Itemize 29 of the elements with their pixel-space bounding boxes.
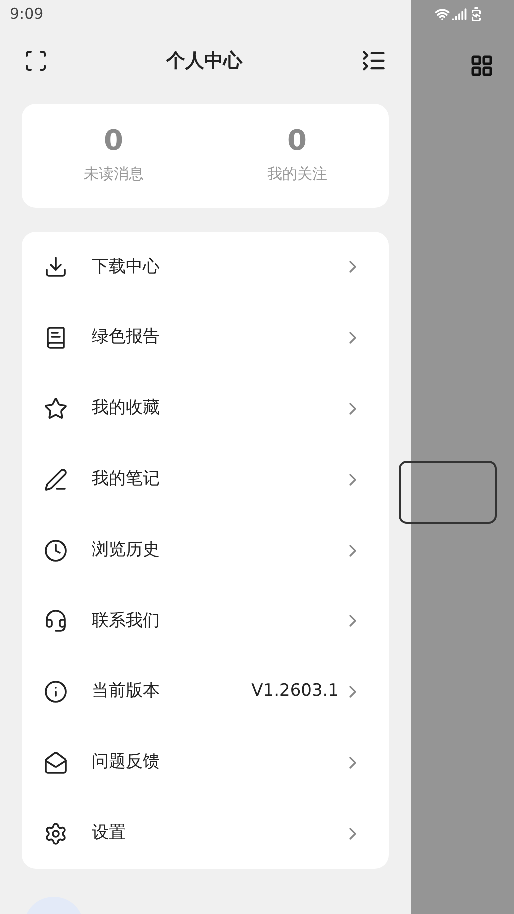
menu-item[interactable]: 浏览历史 [22, 515, 389, 586]
menu-item[interactable]: 我的笔记 [22, 444, 389, 516]
book-icon [44, 326, 68, 350]
scan-icon [24, 49, 48, 73]
menu-item[interactable]: 问题反馈 [22, 728, 389, 798]
version-text: V1.2603.1 [252, 680, 339, 704]
pencil-icon [44, 468, 68, 492]
menu-item[interactable]: 当前版本 V1.2603.1 [22, 656, 389, 728]
envelope-icon [44, 750, 68, 775]
menu-item[interactable]: 我的收藏 [22, 374, 389, 444]
signal-icon [452, 6, 467, 22]
collapse-menu-icon [361, 48, 387, 74]
menu-item[interactable]: 下载中心 [22, 232, 389, 303]
menu-item[interactable]: 绿色报告 [22, 302, 389, 374]
info-icon [44, 680, 68, 704]
scan-button[interactable] [24, 49, 48, 73]
download-icon [44, 255, 68, 280]
collapse-menu-button[interactable] [361, 48, 387, 74]
menu-item[interactable]: 联系我们 [22, 586, 389, 657]
wifi-icon [435, 6, 450, 22]
menu-item[interactable]: 设置 [22, 798, 389, 870]
grid-icon[interactable] [470, 54, 494, 78]
clock-icon [44, 538, 68, 563]
page-title: 个人中心 [166, 48, 242, 74]
battery-icon [469, 6, 484, 22]
status-time: 9:09 [10, 4, 44, 25]
headset-icon [44, 609, 68, 634]
settings-icon [44, 822, 68, 846]
star-icon [44, 396, 68, 421]
